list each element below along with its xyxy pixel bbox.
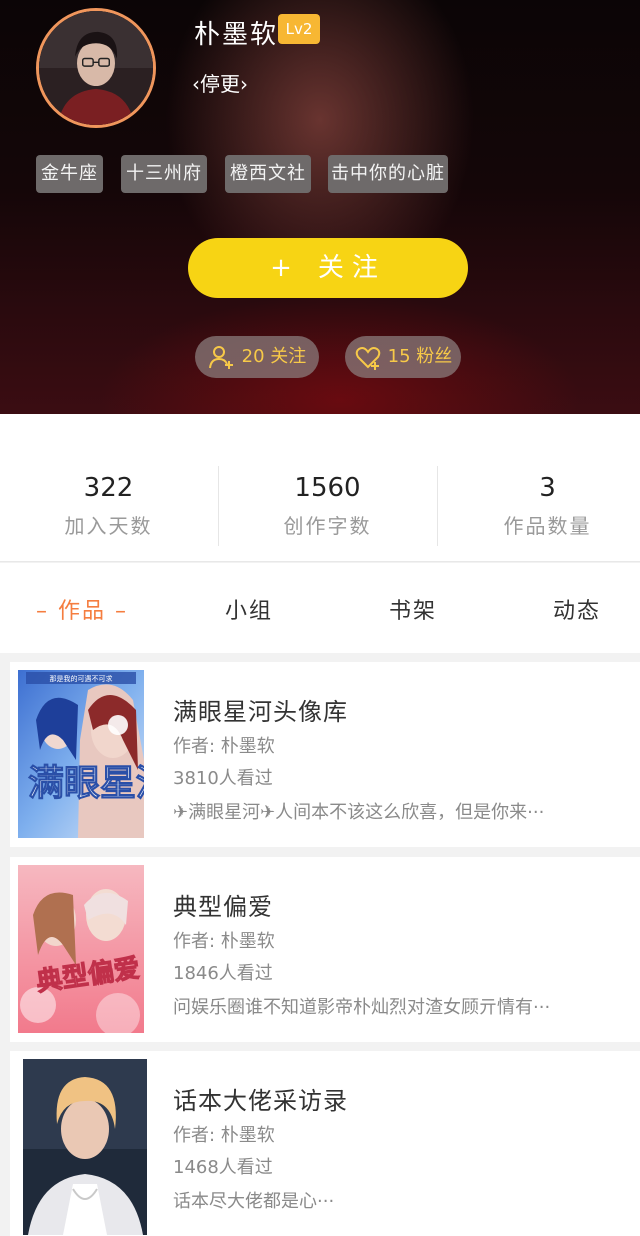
following-count-button[interactable]: 20 关注 — [195, 336, 319, 378]
stat-word-count: 1560 创作字数 — [221, 468, 434, 539]
cover-title: 满眼星河 — [28, 762, 144, 804]
follow-button[interactable]: + 关注 — [188, 238, 468, 298]
book-author: 作者: 朴墨软 — [173, 931, 275, 952]
book-cover[interactable]: 那是我的可遇不可求 满眼星河 — [18, 670, 144, 838]
book-title[interactable]: 典型偏爱 — [173, 887, 273, 922]
tab-activity[interactable]: 动态 — [553, 593, 601, 625]
divider — [437, 466, 438, 546]
user-add-icon — [208, 346, 233, 369]
divider — [218, 466, 219, 546]
book-title[interactable]: 满眼星河头像库 — [173, 692, 348, 727]
level-badge: Lv2 — [278, 14, 320, 44]
tab-bar: – 作品 – 小组 书架 动态 — [0, 563, 640, 653]
book-author: 作者: 朴墨软 — [173, 736, 275, 757]
fans-count: 15 粉丝 — [387, 346, 453, 367]
book-cover[interactable] — [23, 1059, 147, 1235]
avatar[interactable] — [36, 8, 156, 128]
tab-bookshelf[interactable]: 书架 — [389, 593, 437, 625]
following-count: 20 关注 — [241, 346, 307, 367]
tag-item[interactable]: 十三州府 — [121, 155, 207, 193]
book-views: 1846人看过 — [173, 963, 273, 984]
book-description: ✈满眼星河✈人间本不该这么欣喜，但是你来··· — [173, 802, 545, 823]
book-views: 3810人看过 — [173, 768, 273, 789]
tag-item[interactable]: 击中你的心脏 — [328, 155, 448, 193]
tag-item[interactable]: 金牛座 — [36, 155, 103, 193]
cover-caption: 那是我的可遇不可求 — [50, 674, 113, 683]
stat-label: 创作字数 — [283, 514, 372, 538]
avatar-image — [39, 11, 153, 125]
profile-header: 朴墨软 Lv2 ‹停更› 金牛座 十三州府 橙西文社 击中你的心脏 + 关注 20… — [0, 0, 640, 414]
tag-item[interactable]: 橙西文社 — [225, 155, 311, 193]
username: 朴墨软 — [194, 20, 279, 50]
work-card[interactable]: 典型偏爱 典型偏爱 作者: 朴墨软 1846人看过 问娱乐圈谁不知道影帝朴灿烈对… — [10, 857, 640, 1042]
stat-value: 322 — [83, 473, 134, 503]
work-card[interactable]: 话本大佬采访录 作者: 朴墨软 1468人看过 话本尽大佬都是心··· — [10, 1051, 640, 1236]
stat-label: 加入天数 — [64, 514, 153, 538]
book-author: 作者: 朴墨软 — [173, 1125, 275, 1146]
fans-count-button[interactable]: 15 粉丝 — [345, 336, 461, 378]
plus-icon: + — [270, 253, 300, 283]
stat-value: 3 — [539, 473, 556, 503]
book-cover-image: 典型偏爱 — [18, 865, 144, 1033]
book-cover[interactable]: 典型偏爱 — [18, 865, 144, 1033]
book-description: 话本尽大佬都是心··· — [173, 1191, 335, 1212]
update-status: ‹停更› — [192, 72, 248, 96]
book-cover-image: 那是我的可遇不可求 满眼星河 — [18, 670, 144, 838]
stat-join-days: 322 加入天数 — [2, 468, 215, 539]
stat-label: 作品数量 — [503, 514, 592, 538]
book-views: 1468人看过 — [173, 1157, 273, 1178]
book-title[interactable]: 话本大佬采访录 — [173, 1081, 348, 1116]
follow-label: 关注 — [317, 253, 386, 283]
stat-value: 1560 — [294, 473, 361, 503]
work-card[interactable]: 那是我的可遇不可求 满眼星河 满眼星河头像库 作者: 朴墨软 3810人看过 ✈… — [10, 662, 640, 847]
stat-works-count: 3 作品数量 — [441, 468, 640, 539]
tab-groups[interactable]: 小组 — [225, 593, 273, 625]
book-description: 问娱乐圈谁不知道影帝朴灿烈对渣女顾亓情有··· — [173, 997, 551, 1018]
tab-works[interactable]: – 作品 – — [36, 593, 128, 625]
stats-bar: 322 加入天数 1560 创作字数 3 作品数量 — [0, 414, 640, 562]
heart-icon — [355, 347, 380, 370]
book-cover-image — [23, 1059, 147, 1235]
